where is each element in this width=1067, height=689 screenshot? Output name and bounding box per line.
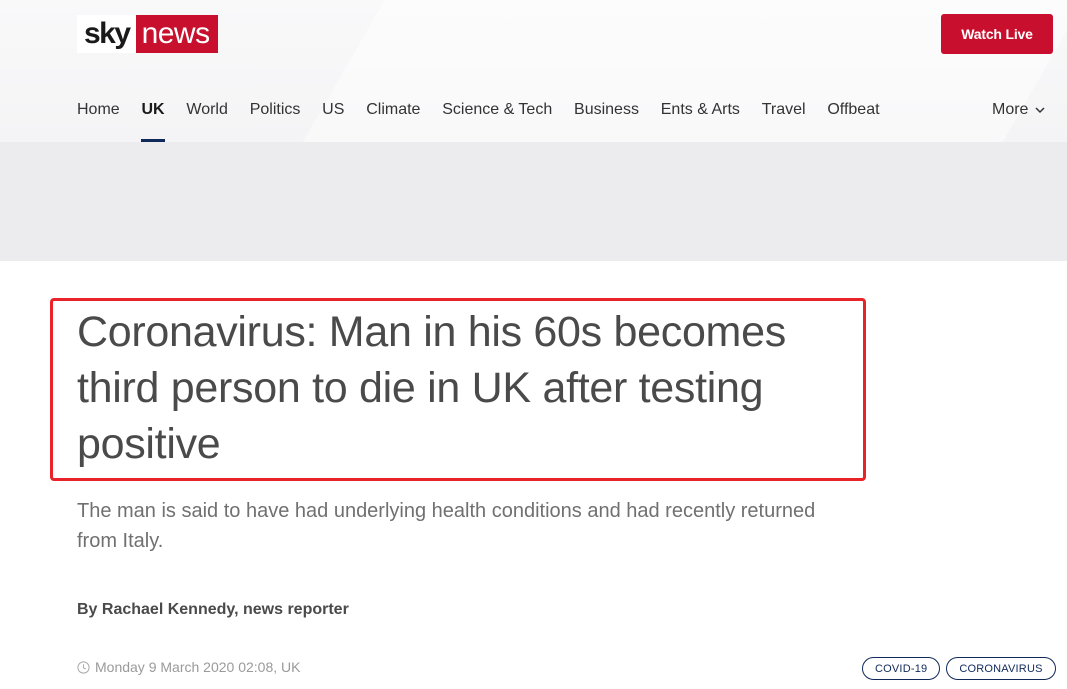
nav-more-label: More bbox=[992, 101, 1029, 118]
nav-item-home[interactable]: Home bbox=[77, 96, 120, 142]
nav-item-us[interactable]: US bbox=[322, 96, 344, 142]
nav-item-climate[interactable]: Climate bbox=[366, 96, 420, 142]
clock-icon bbox=[77, 660, 90, 674]
nav-item-science-tech[interactable]: Science & Tech bbox=[442, 96, 552, 142]
main-nav: Home UK World Politics US Climate Scienc… bbox=[77, 96, 901, 142]
logo-sky-text: sky bbox=[77, 15, 136, 53]
nav-more-button[interactable]: More bbox=[992, 96, 1046, 124]
chevron-down-icon bbox=[1035, 107, 1045, 114]
article-dateline: Monday 9 March 2020 02:08, UK bbox=[77, 659, 300, 675]
article-standfirst: The man is said to have had underlying h… bbox=[77, 500, 816, 552]
tag-covid-19[interactable]: COVID-19 bbox=[862, 657, 941, 680]
nav-item-offbeat[interactable]: Offbeat bbox=[827, 96, 879, 142]
nav-item-travel[interactable]: Travel bbox=[762, 96, 806, 142]
nav-item-uk[interactable]: UK bbox=[141, 96, 165, 142]
nav-item-world[interactable]: World bbox=[186, 96, 228, 142]
watch-live-button[interactable]: Watch Live bbox=[941, 14, 1053, 54]
nav-item-ents-arts[interactable]: Ents & Arts bbox=[661, 96, 740, 142]
sky-news-logo[interactable]: sky news bbox=[77, 15, 218, 53]
nav-item-politics[interactable]: Politics bbox=[250, 96, 301, 142]
tag-coronavirus[interactable]: CORONAVIRUS bbox=[946, 657, 1056, 680]
logo-news-text: news bbox=[135, 15, 218, 53]
article-tags: COVID-19 CORONAVIRUS bbox=[862, 657, 1056, 680]
nav-item-business[interactable]: Business bbox=[574, 96, 639, 142]
article-byline: By Rachael Kennedy, news reporter bbox=[77, 601, 349, 618]
article-timestamp: Monday 9 March 2020 02:08, UK bbox=[95, 659, 301, 675]
article-headline: Coronavirus: Man in his 60s becomes thir… bbox=[77, 308, 786, 468]
